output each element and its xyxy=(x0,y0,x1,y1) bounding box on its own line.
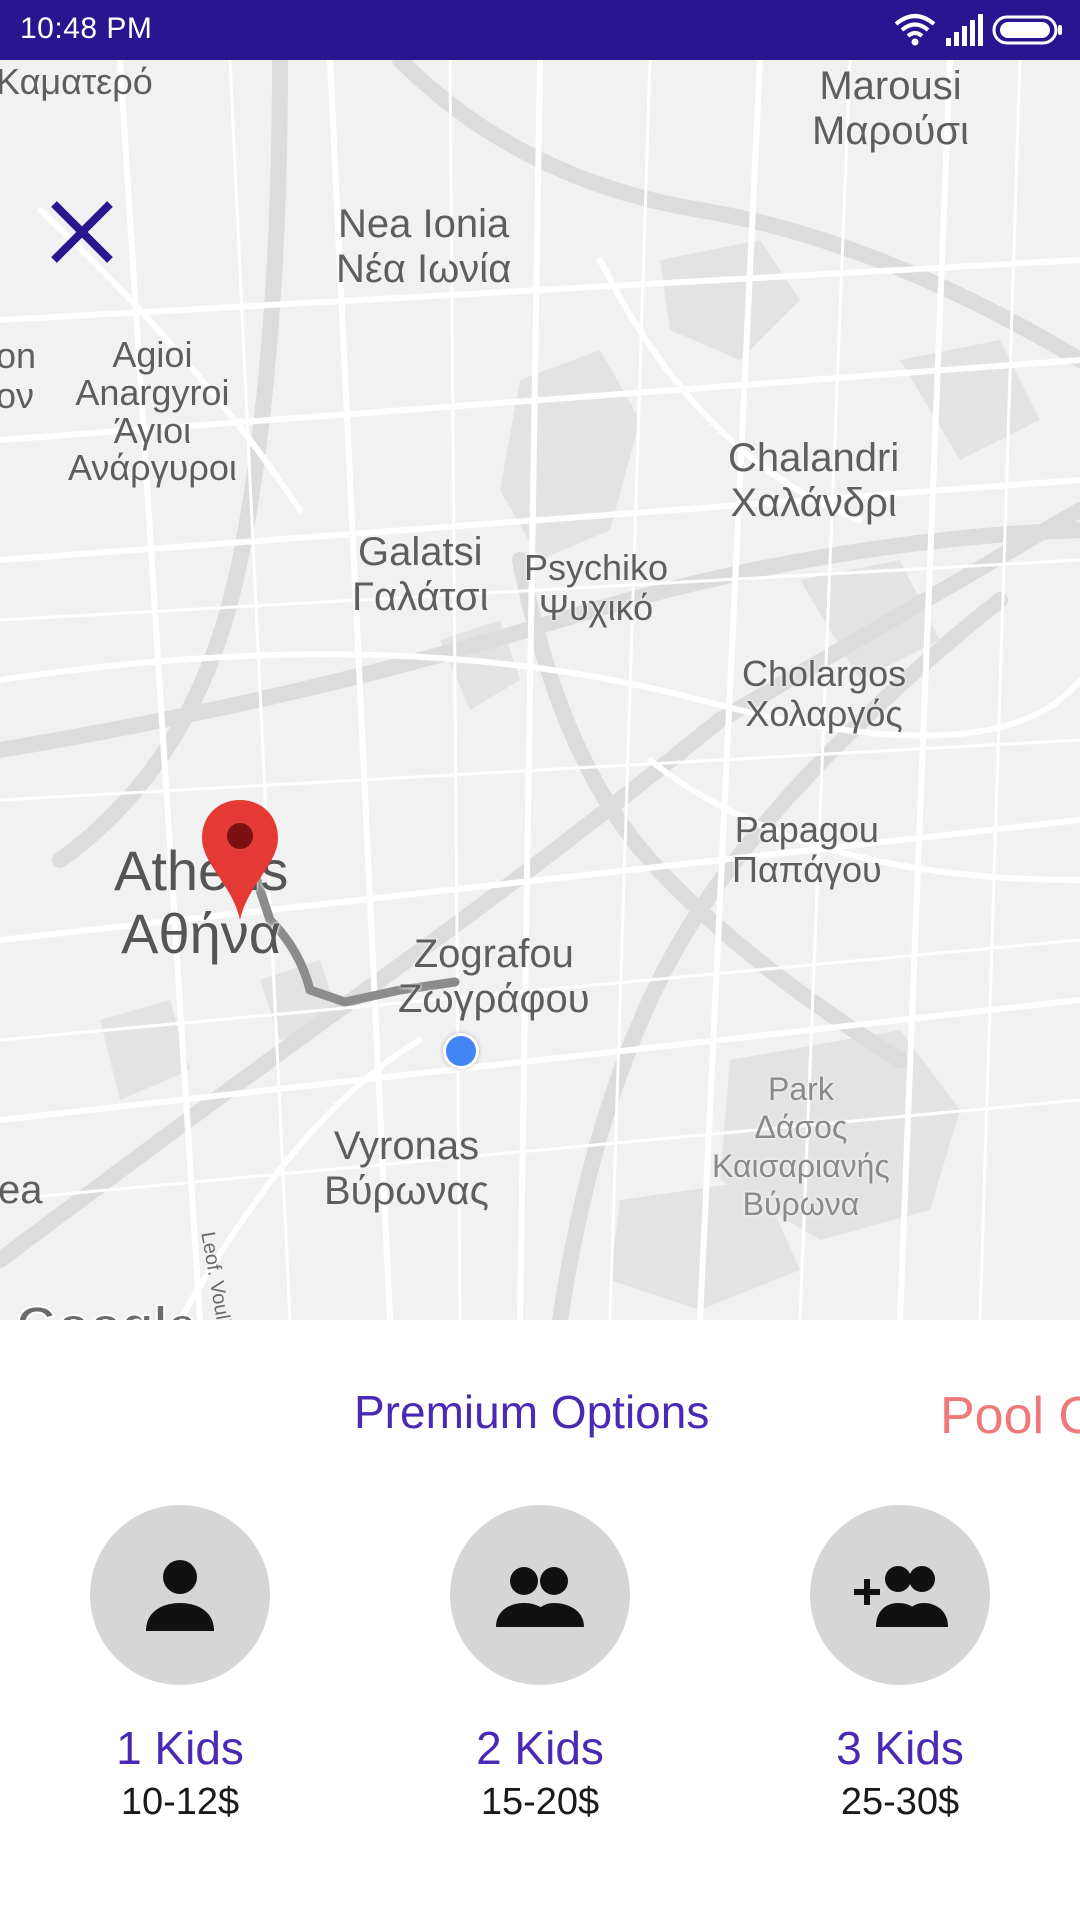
option-price: 10-12$ xyxy=(120,1781,240,1823)
map-label-park: Park Δάσος Καισαριανής Βύρωνα xyxy=(712,1071,890,1223)
google-logo: Google xyxy=(15,1295,198,1320)
ride-options-panel: Premium Options Pool Options 1 Kids 10-1… xyxy=(0,1320,1080,1920)
option-title: 3 Kids xyxy=(836,1722,964,1774)
map-roads xyxy=(0,60,1080,1320)
option-title: 2 Kids xyxy=(476,1722,604,1774)
option-1-kid[interactable]: 1 Kids 10-12$ xyxy=(80,1505,280,1824)
option-icon-circle xyxy=(450,1505,630,1685)
status-icons xyxy=(844,12,1064,48)
map-label-psychiko: Psychiko Ψυχικό xyxy=(524,547,669,629)
battery-icon xyxy=(992,15,1062,45)
option-2-kids[interactable]: 2 Kids 15-20$ xyxy=(440,1505,640,1824)
status-time: 10:48 PM xyxy=(20,12,153,45)
map-label-agioi-anargyroi: Agioi Anargyroi Άγιοι Ανάργυροι xyxy=(68,334,237,489)
map-label-bottom-left-partial: ea xyxy=(0,1168,43,1212)
map-label-chalandri: Chalandri Χαλάνδρι xyxy=(728,436,900,525)
close-icon xyxy=(51,201,113,263)
destination-pin-icon[interactable] xyxy=(200,798,280,922)
map-label-papagou: Papagou Παπάγου xyxy=(732,809,882,891)
current-location-dot xyxy=(443,1033,479,1069)
option-price: 25-30$ xyxy=(840,1781,960,1823)
tab-premium-options[interactable]: Premium Options xyxy=(354,1385,709,1439)
map-label-left-partial: on ον xyxy=(0,335,37,417)
option-title: 1 Kids xyxy=(116,1722,244,1774)
wifi-icon xyxy=(894,14,936,46)
option-icon-circle xyxy=(810,1505,990,1685)
map-label-marousi: Marousi Μαρούσι xyxy=(812,64,969,153)
option-icon-circle xyxy=(90,1505,270,1685)
map-label-cholargos: Cholargos Χολαργός xyxy=(742,653,907,735)
tab-pool-options[interactable]: Pool Options xyxy=(940,1386,1080,1446)
status-bar: 10:48 PM xyxy=(0,0,1080,60)
close-button[interactable] xyxy=(40,190,124,274)
map-label-galatsi: Galatsi Γαλάτσι xyxy=(352,530,489,619)
map-label-nea-ionia: Nea Ionia Νέα Ιωνία xyxy=(336,202,512,291)
people-icon xyxy=(496,1567,584,1627)
option-price: 15-20$ xyxy=(480,1781,600,1823)
group-add-icon xyxy=(854,1566,948,1627)
map-label-vyronas: Vyronas Βύρωνας xyxy=(324,1124,489,1213)
person-icon xyxy=(146,1560,214,1631)
option-3-kids[interactable]: 3 Kids 25-30$ xyxy=(800,1505,1000,1824)
screen: 10:48 PM Καματερό Marousi Μαρούσι Nea Io… xyxy=(0,0,1080,1920)
map-label-kamatero: Καματερό xyxy=(0,61,153,102)
map-label-zografou: Zografou Ζωγράφου xyxy=(398,932,590,1021)
signal-icon xyxy=(946,14,983,46)
map-view[interactable]: Καματερό Marousi Μαρούσι Nea Ionia Νέα Ι… xyxy=(0,60,1080,1320)
